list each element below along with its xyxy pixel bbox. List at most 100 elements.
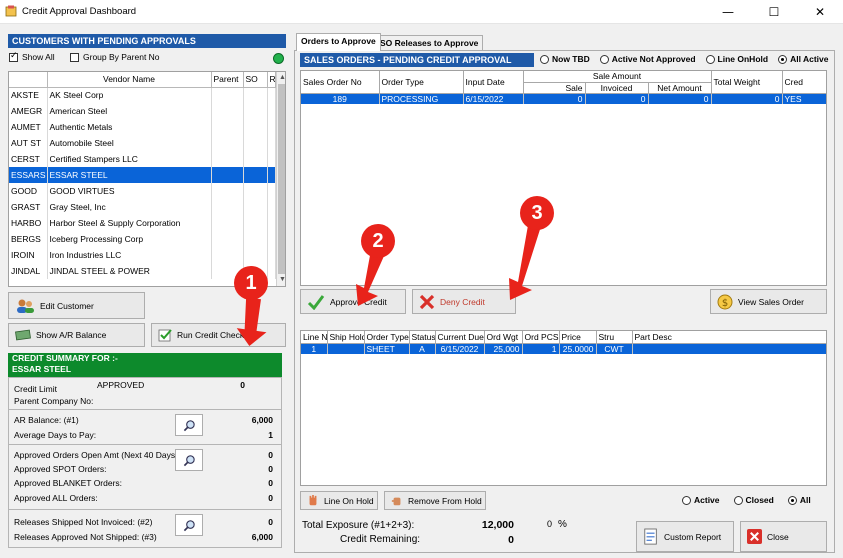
col-total-weight[interactable]: Total Weight — [711, 71, 783, 94]
close-button[interactable]: Close — [740, 521, 827, 552]
vendor-row[interactable]: BERGS Iceberg Processing Corp — [9, 231, 276, 247]
edit-customer-label: Edit Customer — [40, 300, 94, 311]
approved-open-value: 0 — [268, 450, 273, 460]
line-col-header[interactable]: Price — [559, 331, 597, 344]
group-by-parent-checkbox[interactable]: Group By Parent No — [70, 52, 160, 62]
vendor-parent — [211, 247, 244, 263]
vendor-parent — [211, 151, 244, 167]
line-filter-radio[interactable]: Closed — [733, 495, 774, 505]
line-cell-line: 1 — [301, 343, 328, 354]
vendor-row[interactable]: CERST Certified Stampers LLC — [9, 151, 276, 167]
vendor-so — [243, 183, 268, 199]
order-filter-radio[interactable]: Now TBD — [540, 54, 590, 64]
line-filter-radio[interactable]: All — [787, 495, 811, 505]
credit-summary-title: CREDIT SUMMARY FOR :- — [12, 353, 118, 363]
vendor-name: Iron Industries LLC — [47, 247, 212, 263]
custom-report-button[interactable]: Custom Report — [636, 521, 734, 552]
sales-orders-header: SALES ORDERS - PENDING CREDIT APPROVAL — [300, 53, 534, 67]
col-so-header[interactable]: SO — [243, 72, 268, 88]
vendor-parent — [211, 135, 244, 151]
sales-orders-table: Sales Order No Order Type Input Date Sal… — [301, 71, 826, 104]
approve-credit-label: Approve Credit — [330, 296, 387, 307]
deny-x-icon — [419, 294, 435, 309]
vendor-row[interactable]: HARBO Harbor Steel & Supply Corporation — [9, 215, 276, 231]
line-col-header[interactable]: Order Type — [364, 331, 410, 344]
run-credit-check-button[interactable]: Run Credit Check — [151, 323, 286, 347]
col-input-date[interactable]: Input Date — [463, 71, 524, 94]
vendor-code: GOOD — [9, 183, 48, 199]
approved-blanket-value: 0 — [268, 478, 273, 488]
col-cred[interactable]: Cred — [782, 71, 826, 94]
col-vendor-name-header[interactable]: Vendor Name — [47, 72, 212, 88]
hold-hand-icon — [309, 494, 317, 505]
window-title: Credit Approval Dashboard — [22, 6, 137, 17]
approved-orders-search-button[interactable] — [175, 449, 203, 471]
radio-icon — [705, 54, 715, 64]
col-sales-order-no[interactable]: Sales Order No — [301, 71, 380, 94]
col-sale[interactable]: Sale — [523, 82, 586, 94]
vendor-row[interactable]: AUT ST Automobile Steel — [9, 135, 276, 151]
scroll-up-icon[interactable]: ▲ — [279, 74, 285, 81]
vendor-so — [243, 151, 268, 167]
approve-credit-button[interactable]: Approve Credit — [300, 289, 406, 314]
vendor-row[interactable]: AUMET Authentic Metals — [9, 119, 276, 135]
line-cell-wgt: 25,000 — [484, 343, 523, 354]
vendor-name: Automobile Steel — [47, 135, 212, 151]
app-icon — [5, 5, 17, 17]
vendor-row[interactable]: AMEGR American Steel — [9, 103, 276, 119]
line-filter-label: Closed — [745, 495, 774, 505]
approved-spot-value: 0 — [268, 464, 273, 474]
show-ar-balance-button[interactable]: Show A/R Balance — [8, 323, 145, 347]
ar-balance-value: 6,000 — [251, 415, 273, 425]
scroll-thumb[interactable] — [278, 84, 285, 274]
order-filter-label: Now TBD — [552, 54, 590, 64]
vendor-row[interactable]: ESSARS ESSAR STEEL — [9, 167, 276, 183]
col-net-amount[interactable]: Net Amount — [648, 82, 712, 94]
vendor-row[interactable]: IROIN Iron Industries LLC — [9, 247, 276, 263]
vendor-row[interactable]: GRAST Gray Steel, Inc — [9, 199, 276, 215]
edit-customer-button[interactable]: Edit Customer — [8, 292, 145, 319]
vendor-row[interactable]: AKSTE AK Steel Corp — [9, 87, 276, 103]
show-all-checkbox[interactable]: Show All — [9, 51, 55, 62]
percent-value: 0 — [547, 519, 553, 529]
order-filter-label: Line OnHold — [717, 54, 769, 64]
vendor-parent — [211, 199, 244, 215]
order-filter-radio[interactable]: Active Not Approved — [599, 54, 696, 64]
line-col-header[interactable]: Ship Hold — [327, 331, 365, 344]
approved-open-label: Approved Orders Open Amt (Next 40 Days): — [14, 450, 181, 460]
remove-from-hold-button[interactable]: Remove From Hold — [384, 491, 486, 510]
line-col-header[interactable]: Stru — [596, 331, 633, 344]
maximize-button[interactable]: ☐ — [751, 0, 797, 24]
vendor-r — [267, 103, 276, 119]
releases-search-button[interactable] — [175, 514, 203, 536]
line-col-header[interactable]: Line N — [301, 331, 328, 344]
tab-so-releases[interactable]: SO Releases to Approve — [375, 35, 484, 50]
line-col-header[interactable]: Ord Wgt — [484, 331, 523, 344]
vendor-row[interactable]: GOOD GOOD VIRTUES — [9, 183, 276, 199]
refresh-status-icon[interactable] — [273, 53, 284, 64]
vendor-parent — [211, 167, 244, 183]
tab-orders-to-approve[interactable]: Orders to Approve — [296, 33, 381, 51]
minimize-button[interactable]: — — [705, 0, 751, 24]
line-on-hold-button[interactable]: Line On Hold — [300, 491, 378, 510]
vendor-name: Iceberg Processing Corp — [47, 231, 212, 247]
col-order-type[interactable]: Order Type — [379, 71, 464, 94]
line-filter-radio[interactable]: Active — [682, 495, 720, 505]
order-filter-radio[interactable]: All Active — [778, 54, 829, 64]
window-close-button[interactable]: ✕ — [797, 0, 843, 24]
scroll-down-icon[interactable]: ▼ — [279, 276, 285, 283]
order-filter-radio[interactable]: Line OnHold — [705, 54, 769, 64]
line-col-header[interactable]: Current Due — [435, 331, 485, 344]
line-col-header[interactable]: Part Desc — [632, 331, 826, 344]
line-col-header[interactable]: Status — [409, 331, 436, 344]
col-invoiced[interactable]: Invoiced — [585, 82, 649, 94]
line-col-header[interactable]: Ord PCS — [522, 331, 560, 344]
col-parent-header[interactable]: Parent — [211, 72, 244, 88]
line-row[interactable]: 1 SHEET A 6/15/2022 25,000 1 25.0000 CWT — [301, 343, 826, 354]
deny-credit-button[interactable]: Deny Credit — [412, 289, 516, 314]
view-sales-order-button[interactable]: $ View Sales Order — [710, 289, 827, 314]
vendor-code: AMEGR — [9, 103, 48, 119]
ar-balance-search-button[interactable] — [175, 414, 203, 436]
vendor-scrollbar[interactable]: ▲ ▼ — [276, 72, 285, 286]
col-r-header[interactable]: R — [267, 72, 276, 88]
